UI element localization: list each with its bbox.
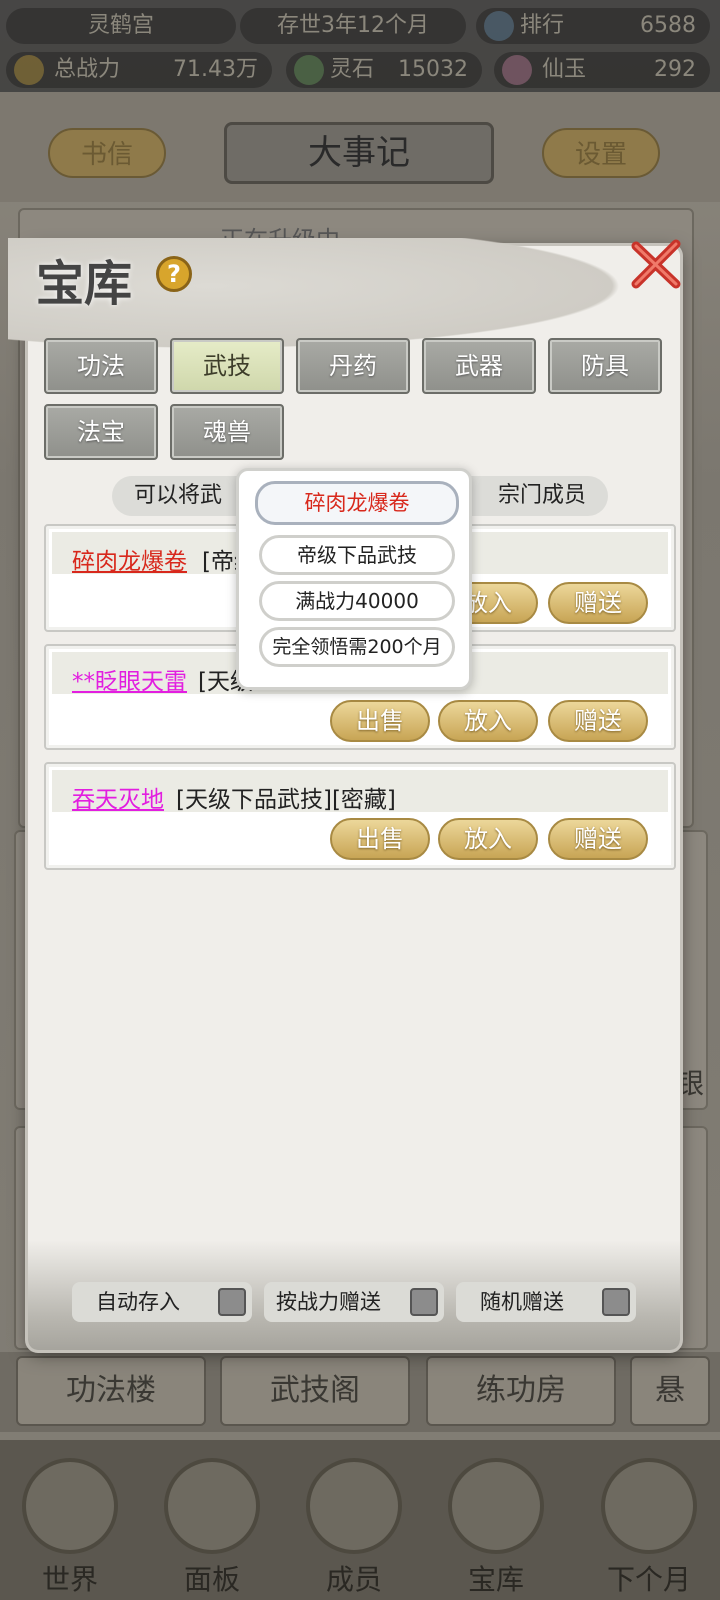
random-gift-label: 随机赠送: [480, 1290, 564, 1314]
list-item: 吞天灭地 [天级下品武技][密藏] 出售 放入 赠送: [44, 762, 676, 870]
members-icon: [306, 1458, 402, 1554]
tooltip-grade: 帝级下品武技: [259, 535, 455, 575]
background-side-text: 银: [675, 1067, 704, 1100]
tab-armor[interactable]: 防具: [548, 338, 662, 394]
help-icon[interactable]: ?: [156, 256, 192, 292]
gift-button[interactable]: 赠送: [548, 700, 648, 742]
nav-treasury[interactable]: 宝库: [436, 1450, 556, 1600]
jade-pill: 仙玉 292: [494, 52, 710, 88]
info-text-right: 宗门成员: [497, 483, 586, 508]
gift-button[interactable]: 赠送: [548, 582, 648, 624]
jade-label: 仙玉: [542, 57, 587, 82]
jade-value: 292: [654, 57, 696, 82]
tab-weapons[interactable]: 武器: [422, 338, 536, 394]
spirit-stone-pill: 灵石 15032: [286, 52, 482, 88]
nav-treasury-label: 宝库: [467, 1563, 524, 1596]
sect-name-pill: 灵鹤宫: [6, 8, 236, 44]
auto-deposit-label: 自动存入: [96, 1290, 180, 1314]
item-name[interactable]: 碎肉龙爆卷: [72, 542, 187, 576]
spirit-stone-label: 灵石: [330, 57, 375, 82]
rank-value: 6588: [640, 13, 696, 38]
page-title: 大事记: [224, 122, 494, 184]
tab-pills[interactable]: 丹药: [296, 338, 410, 394]
tooltip-comprehend: 完全领悟需200个月: [259, 627, 455, 667]
treasury-title: 宝库: [36, 256, 133, 312]
tab-artifacts[interactable]: 法宝: [44, 404, 158, 460]
time-pill: 存世3年12个月: [240, 8, 466, 44]
spirit-stone-icon: [294, 55, 324, 85]
world-icon: [22, 1458, 118, 1554]
power-icon: [14, 55, 44, 85]
time-display: 存世3年12个月: [277, 13, 429, 38]
tooltip-title: 碎肉龙爆卷: [255, 481, 459, 525]
sell-button[interactable]: 出售: [330, 818, 430, 860]
random-gift-checkbox[interactable]: [602, 1288, 630, 1316]
rank-label: 排行: [520, 13, 565, 38]
sell-button[interactable]: 出售: [330, 700, 430, 742]
item-tags: [天级下品武技][密藏]: [176, 787, 396, 813]
treasury-icon: [448, 1458, 544, 1554]
rank-icon: [484, 11, 514, 41]
put-in-button[interactable]: 放入: [438, 700, 538, 742]
nav-world[interactable]: 世界: [10, 1450, 130, 1600]
tab-soul-beasts[interactable]: 魂兽: [170, 404, 284, 460]
random-gift-option[interactable]: 随机赠送: [456, 1282, 636, 1322]
nav-members-label: 成员: [325, 1563, 382, 1596]
building-tab-practice[interactable]: 练功房: [426, 1356, 616, 1426]
auto-deposit-checkbox[interactable]: [218, 1288, 246, 1316]
next-month-icon: [601, 1458, 697, 1554]
building-tab-gongfa[interactable]: 功法楼: [16, 1356, 206, 1426]
power-label: 总战力: [54, 57, 121, 82]
put-in-button[interactable]: 放入: [438, 818, 538, 860]
rank-pill[interactable]: 排行 6588: [476, 8, 710, 44]
item-header: 吞天灭地 [天级下品武技][密藏]: [52, 770, 668, 814]
jade-icon: [502, 55, 532, 85]
top-status-bar: 灵鹤宫 存世3年12个月 排行 6588 总战力 71.43万 灵石 15032…: [0, 0, 720, 92]
power-pill: 总战力 71.43万: [6, 52, 272, 88]
tab-gongfa[interactable]: 功法: [44, 338, 158, 394]
gift-by-power-option[interactable]: 按战力赠送: [264, 1282, 444, 1322]
building-tab-more[interactable]: 悬: [630, 1356, 710, 1426]
letters-button[interactable]: 书信: [48, 128, 166, 178]
nav-panel[interactable]: 面板: [152, 1450, 272, 1600]
building-tab-wuji[interactable]: 武技阁: [220, 1356, 410, 1426]
nav-next-month-label: 下个月: [606, 1563, 691, 1596]
item-tooltip: 碎肉龙爆卷 帝级下品武技 满战力40000 完全领悟需200个月: [236, 468, 472, 690]
tab-wuji[interactable]: 武技: [170, 338, 284, 394]
panel-icon: [164, 1458, 260, 1554]
auto-deposit-option[interactable]: 自动存入: [72, 1282, 252, 1322]
spirit-stone-value: 15032: [398, 57, 468, 82]
nav-next-month[interactable]: 下个月: [584, 1450, 714, 1600]
close-icon[interactable]: [628, 236, 684, 292]
settings-button[interactable]: 设置: [542, 128, 660, 178]
nav-world-label: 世界: [41, 1563, 98, 1596]
nav-members[interactable]: 成员: [294, 1450, 414, 1600]
item-name[interactable]: 吞天灭地: [72, 780, 164, 814]
gift-button[interactable]: 赠送: [548, 818, 648, 860]
gift-by-power-checkbox[interactable]: [410, 1288, 438, 1316]
gift-by-power-label: 按战力赠送: [276, 1290, 381, 1314]
nav-panel-label: 面板: [183, 1563, 240, 1596]
tooltip-requirement: 满战力40000: [259, 581, 455, 621]
item-name[interactable]: **眨眼天雷: [72, 662, 187, 696]
power-value: 71.43万: [173, 57, 258, 82]
sect-name: 灵鹤宫: [87, 13, 154, 38]
info-text-left: 可以将武: [134, 483, 223, 508]
